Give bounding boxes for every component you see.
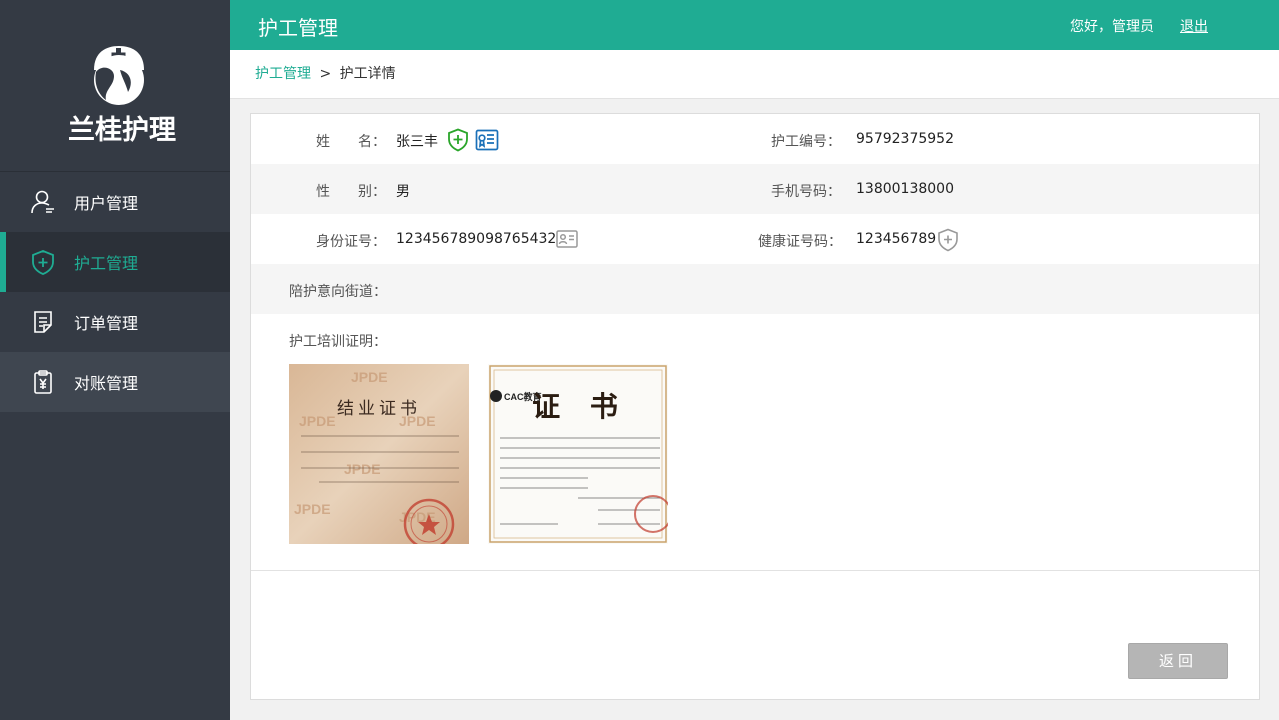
health-verified-icon[interactable]	[447, 128, 469, 152]
worker-number-label: 护工编号：	[771, 134, 841, 150]
breadcrumb-separator: >	[319, 66, 332, 82]
breadcrumb-parent-link[interactable]: 护工管理	[255, 66, 311, 82]
sidebar-item-reconciliation[interactable]: 对账管理	[0, 352, 230, 412]
detail-row-gender: 性 别： 男 手机号码： 13800138000	[251, 164, 1259, 214]
logo: 兰桂护理	[0, 0, 230, 172]
detail-row-id: 身份证号： 123456789098765432 健康证号码： 12345678…	[251, 214, 1259, 264]
cert1-watermark: JPDE	[351, 369, 388, 385]
detail-row-name: 姓 名： 张三丰 护工编号： 95792375952	[251, 114, 1259, 164]
worker-number-value: 95792375952	[856, 131, 954, 147]
name-label: 姓 名：	[316, 134, 386, 150]
sidebar-item-users[interactable]: 用户管理	[0, 172, 230, 232]
nurse-logo-icon	[94, 46, 144, 105]
cert1-title: 结业证书	[337, 399, 421, 419]
phone-label: 手机号码：	[771, 184, 841, 200]
top-header: 护工管理 您好，管理员 退出	[230, 0, 1279, 50]
detail-row-training: 护工培训证明：	[251, 314, 1259, 364]
sidebar-item-workers[interactable]: 护工管理	[0, 232, 230, 292]
sidebar-item-label: 护工管理	[74, 254, 139, 273]
sidebar-item-label: 用户管理	[74, 194, 139, 213]
cert2-title: 证 书	[532, 390, 628, 423]
sidebar-item-orders[interactable]: 订单管理	[0, 292, 230, 352]
gender-value: 男	[396, 184, 410, 200]
shield-cross-icon	[30, 249, 56, 275]
back-button[interactable]: 返回	[1128, 643, 1228, 679]
health-shield-icon[interactable]	[937, 228, 959, 252]
certificate-image-1[interactable]: JPDE JPDE JPDE JPDEJPDE JPDE 结业证书	[289, 364, 469, 544]
id-card-icon[interactable]	[556, 230, 578, 248]
preferred-street-label: 陪护意向街道：	[289, 284, 387, 300]
phone-value: 13800138000	[856, 181, 954, 197]
worker-detail-panel: 姓 名： 张三丰 护工编号： 95792375952 性 别： 男 手机号码： …	[250, 113, 1260, 700]
user-icon	[30, 189, 56, 215]
logout-link[interactable]: 退出	[1180, 16, 1208, 36]
logo-text: 兰桂护理	[68, 115, 176, 146]
id-number-value: 123456789098765432	[396, 231, 557, 247]
user-greeting: 您好，管理员	[1070, 19, 1154, 35]
training-cert-label: 护工培训证明：	[289, 334, 387, 350]
sidebar: 兰桂护理 用户管理 护工管理 订单管理 对账管理	[0, 0, 230, 720]
svg-text:JPDE: JPDE	[344, 461, 381, 477]
clipboard-yen-icon	[30, 369, 56, 395]
gender-label: 性 别：	[316, 184, 386, 200]
page-title: 护工管理	[258, 16, 338, 40]
certificate-image-2[interactable]: CAC教育 证 书	[488, 364, 668, 544]
breadcrumb: 护工管理 > 护工详情	[230, 50, 1279, 99]
sidebar-item-label: 对账管理	[74, 374, 139, 393]
svg-text:JPDE: JPDE	[294, 501, 331, 517]
health-cert-label: 健康证号码：	[758, 234, 842, 250]
id-number-label: 身份证号：	[316, 234, 386, 250]
name-value: 张三丰	[396, 134, 438, 150]
breadcrumb-current: 护工详情	[339, 66, 396, 82]
certificate-verified-icon[interactable]	[475, 129, 499, 151]
sidebar-item-label: 订单管理	[74, 314, 139, 333]
detail-row-street: 陪护意向街道：	[251, 264, 1259, 314]
document-icon	[30, 309, 56, 335]
svg-text:JPDE: JPDE	[299, 413, 336, 429]
health-cert-value: 123456789	[856, 231, 937, 247]
section-divider	[251, 570, 1259, 571]
